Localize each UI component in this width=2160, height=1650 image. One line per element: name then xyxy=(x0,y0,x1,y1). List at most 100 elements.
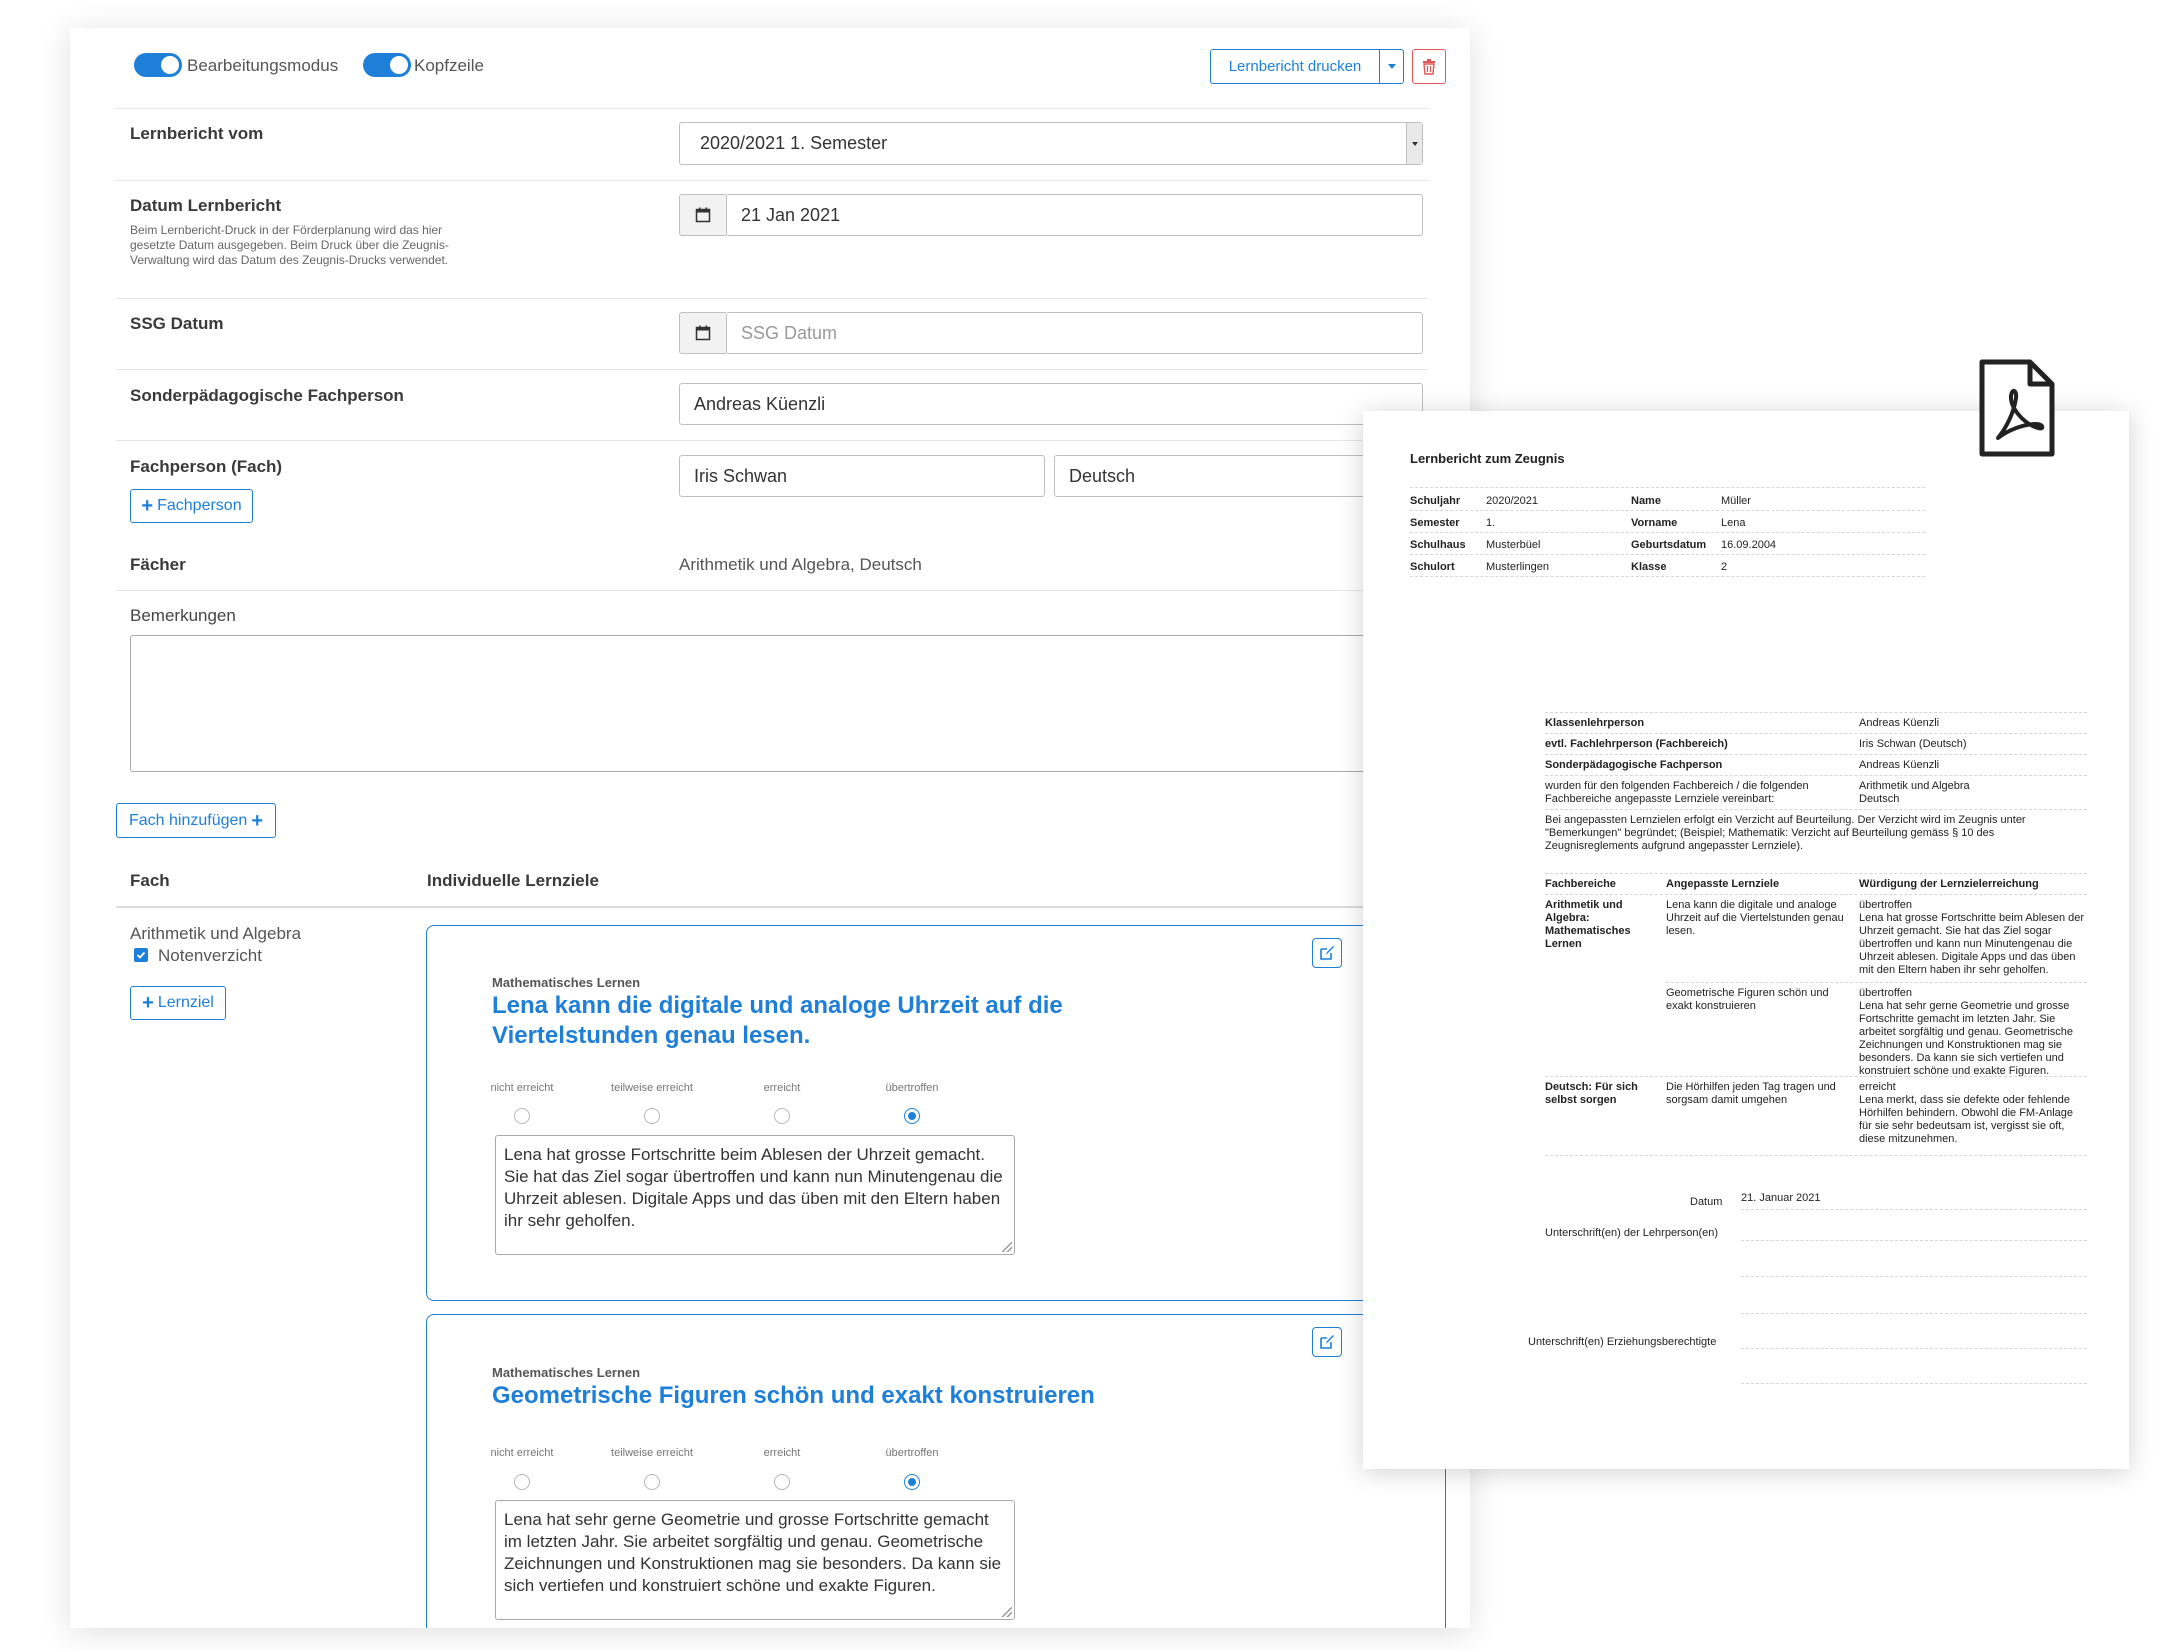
pdf-assessment: Lena merkt, dass sie defekte oder fehlen… xyxy=(1859,1094,2074,1145)
pdf-th: Angepasste Lernziele xyxy=(1666,878,1780,890)
pdf-status: übertroffen xyxy=(1859,987,1913,999)
plus-icon: + xyxy=(141,495,154,517)
pdf-info-value: 2 xyxy=(1721,561,1728,573)
rating-label: erreicht xyxy=(763,1447,801,1459)
pdf-rule xyxy=(1545,1076,2087,1077)
pdf-info-key: Schulort xyxy=(1410,561,1455,573)
calendar-icon xyxy=(695,207,711,223)
pdf-rule xyxy=(1741,1240,2087,1241)
pdf-info-value: 2020/2021 xyxy=(1486,495,1538,507)
header-toggle[interactable] xyxy=(363,53,411,77)
datum-calendar-button[interactable] xyxy=(679,194,726,236)
resize-grip-icon[interactable] xyxy=(1002,1607,1012,1617)
rating-radio-teilweise-erreicht[interactable] xyxy=(644,1108,660,1124)
sonder-fachperson-label: Sonderpädagogische Fachperson xyxy=(130,386,404,405)
plus-icon: + xyxy=(251,809,263,832)
pdf-person-name: Iris Schwan (Deutsch) xyxy=(1859,738,1967,750)
pdf-rule xyxy=(1741,1209,2087,1210)
pdf-rule xyxy=(1545,873,2087,874)
notenverzicht-checkbox[interactable] xyxy=(134,948,148,962)
subject-name: Arithmetik und Algebra xyxy=(130,924,302,943)
delete-button[interactable] xyxy=(1412,49,1446,84)
edit-icon xyxy=(1320,1335,1334,1349)
rating-radio-nicht-erreicht[interactable] xyxy=(514,1474,530,1490)
edit-lernziel-button[interactable] xyxy=(1312,938,1342,968)
pdf-info-key: Vorname xyxy=(1631,517,1678,529)
datum-label: Datum Lernbericht xyxy=(130,196,282,215)
pdf-goal: Die Hörhilfen jeden Tag tragen und sorgs… xyxy=(1666,1081,1836,1106)
edit-mode-toggle[interactable] xyxy=(134,53,182,77)
pdf-area: Arithmetik und Algebra: Mathematisches L… xyxy=(1545,899,1631,950)
rating-radio-uebertroffen[interactable] xyxy=(904,1474,920,1490)
pdf-info-value: Musterbüel xyxy=(1486,539,1541,551)
pdf-rule xyxy=(1741,1383,2087,1384)
pdf-rule xyxy=(1410,554,1925,555)
datum-input[interactable]: 21 Jan 2021 xyxy=(726,194,1423,236)
add-fachperson-button[interactable]: + Fachperson xyxy=(130,489,253,523)
pdf-person-role: Klassenlehrperson xyxy=(1545,717,1645,729)
divider xyxy=(116,369,1428,370)
pdf-datum-value: 21. Januar 2021 xyxy=(1741,1192,1821,1204)
pdf-rule xyxy=(1741,1313,2087,1314)
pdf-note: Bei angepassten Lernzielen erfolgt ein V… xyxy=(1545,814,2026,852)
lernziel-assessment-text: Lena hat sehr gerne Geometrie und grosse… xyxy=(504,1510,1002,1595)
pdf-th: Fachbereiche xyxy=(1545,878,1616,890)
print-options-dropdown[interactable] xyxy=(1379,49,1404,84)
lernziel-assessment-textarea[interactable]: Lena hat grosse Fortschritte beim Ablese… xyxy=(495,1135,1015,1255)
ssg-datum-input[interactable]: SSG Datum xyxy=(726,312,1423,354)
pdf-info-key: Schuljahr xyxy=(1410,495,1461,507)
pdf-rule xyxy=(1545,775,2087,776)
plus-icon: + xyxy=(142,992,154,1014)
pdf-info-value: Müller xyxy=(1721,495,1751,507)
lernziel-assessment-text: Lena hat grosse Fortschritte beim Ablese… xyxy=(504,1145,1003,1230)
pdf-status: übertroffen xyxy=(1859,899,1913,911)
datum-help-text: Beim Lernbericht-Druck in der Förderplan… xyxy=(130,223,449,267)
pdf-preview-document: Lernbericht zum Zeugnis Schuljahr 2020/2… xyxy=(1363,411,2129,1469)
lernziel-title: Geometrische Figuren schön und exakt kon… xyxy=(492,1382,1095,1409)
pdf-area: Deutsch: Für sich selbst sorgen xyxy=(1545,1081,1638,1106)
pdf-rule xyxy=(1741,1348,2087,1349)
rating-radio-erreicht[interactable] xyxy=(774,1108,790,1124)
notenverzicht-label: Notenverzicht xyxy=(158,946,262,965)
ssg-calendar-button[interactable] xyxy=(679,312,726,354)
pdf-rule xyxy=(1545,1155,2087,1156)
divider xyxy=(116,590,1428,591)
rating-label: teilweise erreicht xyxy=(611,1447,693,1459)
check-icon xyxy=(136,951,146,959)
bemerkungen-textarea[interactable] xyxy=(130,635,1440,772)
pdf-info-key: Klasse xyxy=(1631,561,1667,573)
faecher-label: Fächer xyxy=(130,555,186,574)
resize-grip-icon[interactable] xyxy=(1002,1242,1012,1252)
add-lernziel-button[interactable]: + Lernziel xyxy=(130,986,226,1020)
lernziel-assessment-textarea[interactable]: Lena hat sehr gerne Geometrie und grosse… xyxy=(495,1500,1015,1620)
pdf-info-key: Schulhaus xyxy=(1410,539,1466,551)
pdf-file-icon xyxy=(1979,359,2055,457)
pdf-person-name: Andreas Küenzli xyxy=(1859,717,1940,729)
add-fach-button[interactable]: Fach hinzufügen + xyxy=(116,803,276,838)
lernbericht-vom-label: Lernbericht vom xyxy=(130,124,264,143)
sonder-fachperson-input[interactable]: Andreas Küenzli xyxy=(679,383,1423,425)
semester-select[interactable]: 2020/2021 1. Semester xyxy=(679,122,1423,165)
lernziel-category: Mathematisches Lernen xyxy=(492,975,641,990)
pdf-assessment: Lena hat grosse Fortschritte beim Ablese… xyxy=(1859,912,2085,976)
pdf-status: erreicht xyxy=(1859,1081,1896,1093)
fachperson-name-input[interactable]: Iris Schwan xyxy=(679,455,1045,497)
edit-lernziel-button[interactable] xyxy=(1312,1327,1342,1357)
pdf-person-name: Andreas Küenzli xyxy=(1859,759,1940,771)
pdf-info-value: Musterlingen xyxy=(1486,561,1549,573)
pdf-info-value: Lena xyxy=(1721,517,1746,529)
edit-icon xyxy=(1320,946,1334,960)
rating-radio-teilweise-erreicht[interactable] xyxy=(644,1474,660,1490)
rating-radio-uebertroffen[interactable] xyxy=(904,1108,920,1124)
pdf-assessment: Lena hat sehr gerne Geometrie und grosse… xyxy=(1859,1000,2074,1077)
pdf-datum-label: Datum xyxy=(1690,1196,1723,1208)
rating-radio-erreicht[interactable] xyxy=(774,1474,790,1490)
pdf-sig-parents-label: Unterschrift(en) Erziehungsberechtigte xyxy=(1528,1336,1717,1348)
select-arrow-icon xyxy=(1406,123,1422,164)
pdf-sig-teacher-label: Unterschrift(en) der Lehrperson(en) xyxy=(1545,1227,1719,1239)
rating-radio-nicht-erreicht[interactable] xyxy=(514,1108,530,1124)
print-report-button[interactable]: Lernbericht drucken xyxy=(1210,49,1380,84)
faecher-value: Arithmetik und Algebra, Deutsch xyxy=(679,555,922,574)
pdf-rule xyxy=(1741,1276,2087,1277)
add-lernziel-label: Lernziel xyxy=(157,994,214,1011)
